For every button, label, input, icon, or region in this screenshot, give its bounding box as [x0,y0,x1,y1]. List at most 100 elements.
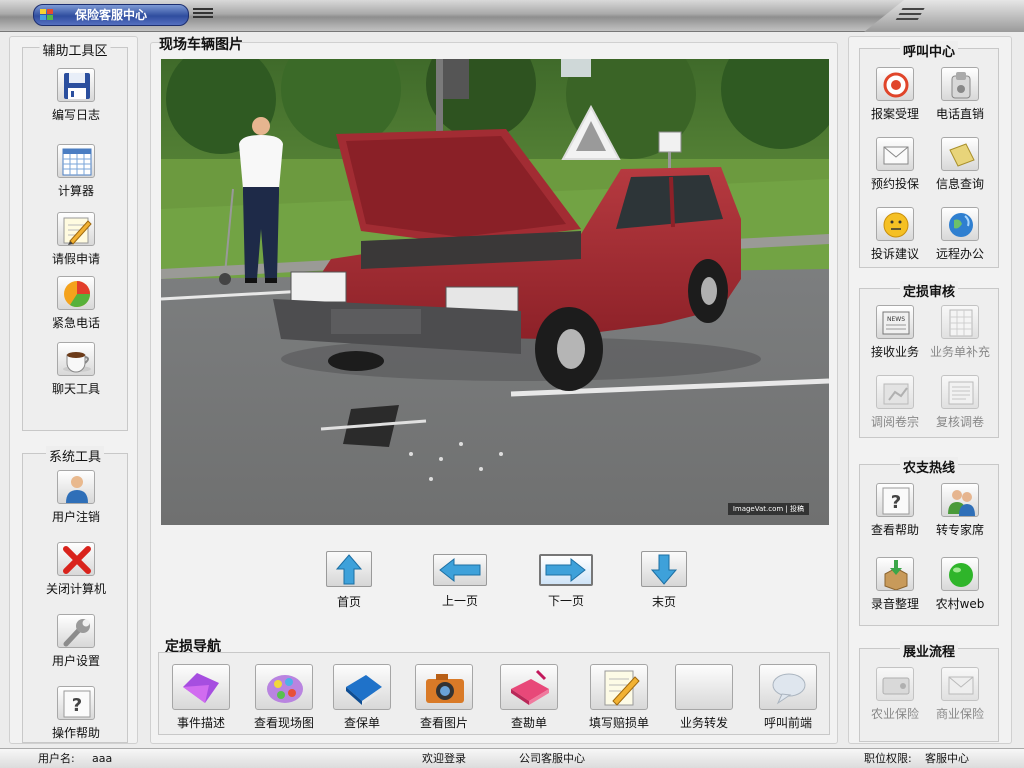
prev-page-button[interactable]: 上一页 [420,554,500,609]
agri-hotline-label: 农村web [935,597,985,611]
business-flow-label: 商业保险 [935,707,984,721]
last-page-button[interactable]: 末页 [624,551,704,610]
floppy-disk-icon [57,68,95,102]
aux-item-write-log[interactable]: 编写日志 [31,68,121,123]
aux-item-label: 紧急电话 [51,316,100,330]
app-title: 保险客服中心 [74,8,147,22]
aux-item-label: 聊天工具 [51,382,100,396]
loss-review-title: 定损审核 [899,281,959,300]
aux-item-label: 编写日志 [51,108,100,122]
prev-page-label: 上一页 [441,594,478,608]
agri-hotline-title: 农支热线 [899,457,959,476]
aux-item-calculator[interactable]: 计算器 [31,144,121,199]
aux-item-chat-tool[interactable]: 聊天工具 [31,342,121,397]
target-icon [876,67,914,101]
loss-nav-check-policy[interactable]: 查保单 [321,664,403,731]
business-flow-group: 展业流程 农业保险 商业保险 [859,641,999,742]
call-center-group: 呼叫中心 报案受理 电话直销 预约投保 信息查询 投诉建议 远程办公 [859,41,999,268]
system-item-label: 操作帮助 [51,726,100,740]
system-item-label: 用户设置 [51,654,100,668]
business-flow-commercial-insurance[interactable]: 商业保险 [915,667,1005,722]
call-center-title: 呼叫中心 [899,41,959,60]
loss-nav-label: 查保单 [343,716,380,730]
user-icon [57,470,95,504]
aux-item-leave-request[interactable]: 请假申请 [31,212,121,267]
blank-icon [675,664,733,710]
agri-hotline-group: 农支热线 ? 查看帮助 转专家席 录音整理 农村web [859,457,999,626]
loss-nav-label: 查看现场图 [253,716,314,730]
status-bar: 用户名: aaa 欢迎登录 公司客服中心 职位权限: 客服中心 [0,748,1024,768]
system-item-label: 关闭计算机 [45,582,106,596]
system-tools-group: 系统工具 用户注销 关闭计算机 用户设置 ? 操作帮助 [22,446,128,743]
svg-text:NEWS: NEWS [887,316,905,323]
notepad-icon [941,137,979,171]
pencil-note-icon [57,212,95,246]
status-welcome: 欢迎登录 [422,752,466,765]
agri-hotline-rural-web[interactable]: 农村web [915,557,1005,612]
phone-tools-icon [941,67,979,101]
blue-book-icon [333,664,391,710]
title-bar: 保险客服中心 [0,0,1024,32]
users-icon [941,483,979,517]
loss-review-label: 业务单补充 [929,345,990,359]
right-panel: 呼叫中心 报案受理 电话直销 预约投保 信息查询 投诉建议 远程办公 定损审核 … [848,36,1012,744]
system-item-help[interactable]: ? 操作帮助 [31,686,121,741]
red-x-icon [57,542,95,576]
call-center-remote-office[interactable]: 远程办公 [915,207,1005,262]
status-company: 公司客服中心 [519,752,585,765]
loss-nav-view-scene[interactable]: 查看现场图 [243,664,325,731]
system-item-logout[interactable]: 用户注销 [31,470,121,525]
last-page-label: 末页 [651,595,676,609]
palette-icon [255,664,313,710]
agri-hotline-expert[interactable]: 转专家席 [915,483,1005,538]
loss-nav-event-description[interactable]: 事件描述 [160,664,242,731]
photo-watermark: ImageVat.com | 投稿 [727,503,809,515]
pie-chart-icon [57,276,95,310]
folder-chart-icon [876,375,914,409]
loss-nav-label: 事件描述 [176,716,225,730]
scene-vehicle-photo: ImageVat.com | 投稿 [161,59,829,525]
loss-nav-call-frontend[interactable]: 呼叫前端 [747,664,829,731]
status-user-value: aaa [92,752,113,765]
spreadsheet-icon [57,144,95,178]
loss-review-group: 定损审核 NEWS 接收业务 业务单补充 调阅卷宗 复核调卷 [859,281,999,438]
loss-nav-fill-claim[interactable]: 填写赔损单 [578,664,660,731]
call-center-label: 信息查询 [935,177,984,191]
news-icon: NEWS [876,305,914,339]
call-center-info-query[interactable]: 信息查询 [915,137,1005,192]
aux-tools-title: 辅助工具区 [39,40,111,59]
loss-nav-forward-business[interactable]: 业务转发 [663,664,745,731]
svg-text:?: ? [891,492,901,513]
business-flow-title: 展业流程 [899,641,959,660]
loss-review-recheck[interactable]: 复核调卷 [915,375,1005,430]
call-center-phone-sales[interactable]: 电话直销 [915,67,1005,122]
svg-text:?: ? [72,695,82,716]
drive-icon [876,667,914,701]
download-box-icon [876,557,914,591]
loss-nav-survey-form[interactable]: 查勘单 [488,664,570,731]
pencil-form-icon [590,664,648,710]
aux-item-label: 请假申请 [51,252,100,266]
aux-item-emergency-call[interactable]: 紧急电话 [31,276,121,331]
first-page-button[interactable]: 首页 [309,551,389,610]
agri-hotline-label: 转专家席 [935,523,984,537]
coffee-cup-icon [57,342,95,376]
help-icon: ? [57,686,95,720]
title-bar-corner [864,0,1024,32]
next-page-button[interactable]: 下一页 [526,554,606,609]
green-ball-icon [941,557,979,591]
wrench-icon [57,614,95,648]
smiley-icon [876,207,914,241]
app-title-badge: 保险客服中心 [33,4,189,26]
pink-box-icon [500,664,558,710]
status-role-value: 客服中心 [925,752,969,765]
loss-review-supplement[interactable]: 业务单补充 [915,305,1005,360]
purple-envelope-icon [172,664,230,710]
system-tools-title: 系统工具 [45,446,105,465]
loss-nav-view-images[interactable]: 查看图片 [403,664,485,731]
system-item-shutdown[interactable]: 关闭计算机 [31,542,121,597]
menu-icon[interactable] [193,8,213,22]
system-item-user-settings[interactable]: 用户设置 [31,614,121,669]
envelope-icon [876,137,914,171]
app-logo-icon [40,9,54,21]
